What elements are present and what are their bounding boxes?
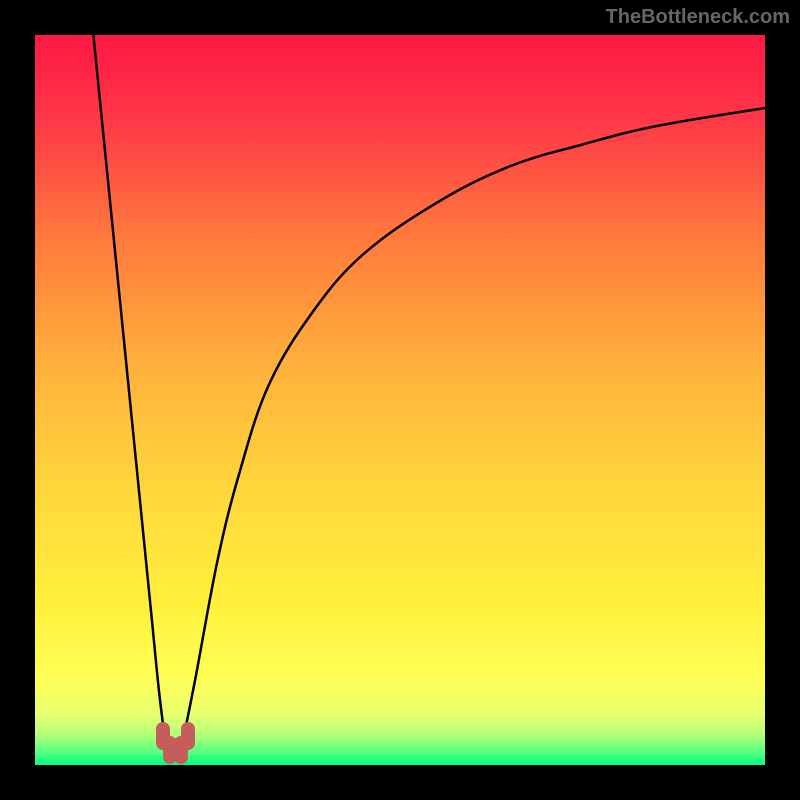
chart-container: TheBottleneck.com [0,0,800,800]
watermark-text: TheBottleneck.com [606,6,790,29]
minimum-marker [181,722,195,750]
marker-container [35,35,765,765]
plot-area [35,35,765,765]
